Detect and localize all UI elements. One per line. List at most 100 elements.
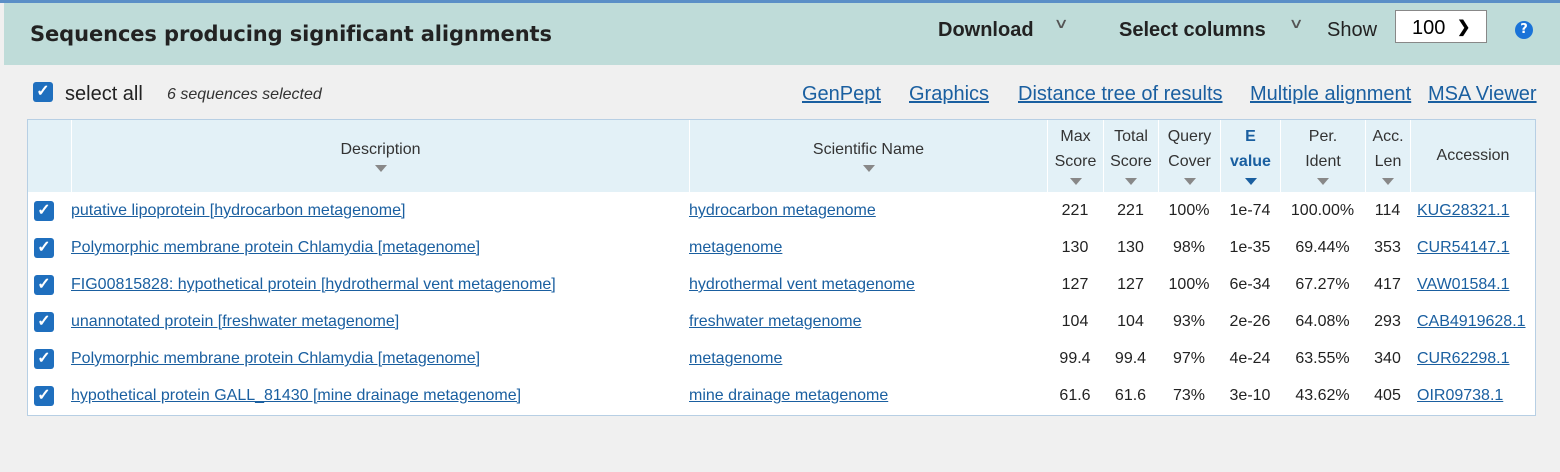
cell-accession-link[interactable]: CAB4919628.1 [1410, 303, 1535, 340]
row-checkbox[interactable]: ✓ [34, 238, 54, 258]
cell-acc-len: 405 [1374, 387, 1401, 404]
chevron-down-icon: ❯ [1457, 19, 1471, 36]
chevron-down-icon[interactable]: ∨ [1288, 15, 1303, 32]
cell-max-score: 99.4 [1059, 350, 1091, 367]
row-checkbox[interactable]: ✓ [34, 386, 54, 406]
results-header: Sequences producing significant alignmen… [4, 3, 1560, 65]
column-label: Per. [1308, 128, 1338, 145]
cell-e-value: 6e-34 [1229, 276, 1271, 293]
select-all-label[interactable]: select all [65, 83, 143, 106]
column-header-total-score[interactable]: Total Score [1103, 120, 1158, 192]
column-label: Query [1167, 128, 1212, 145]
column-label: Score [1110, 153, 1152, 170]
cell-description-link[interactable]: hypothetical protein GALL_81430 [mine dr… [71, 377, 689, 414]
sort-down-icon [862, 165, 875, 172]
column-label: Len [1374, 153, 1402, 170]
msa-viewer-link[interactable]: MSA Viewer [1428, 83, 1537, 106]
cell-per-ident: 100.00% [1290, 202, 1355, 219]
cell-query-cover: 73% [1172, 387, 1206, 404]
genpept-link[interactable]: GenPept [802, 83, 881, 106]
column-label: Max [1060, 128, 1091, 145]
cell-scientific-name-link[interactable]: metagenome [689, 340, 1047, 377]
cell-acc-len: 353 [1374, 239, 1401, 256]
column-header-scientific-name[interactable]: Scientific Name [689, 120, 1047, 192]
column-header-acc-len[interactable]: Acc. Len [1365, 120, 1410, 192]
cell-scientific-name-link[interactable]: hydrothermal vent metagenome [689, 266, 1047, 303]
row-checkbox[interactable]: ✓ [34, 201, 54, 221]
cell-per-ident: 69.44% [1295, 239, 1350, 256]
cell-query-cover: 100% [1168, 202, 1210, 219]
cell-description-link[interactable]: Polymorphic membrane protein Chlamydia [… [71, 229, 689, 266]
cell-e-value: 3e-10 [1229, 387, 1271, 404]
cell-total-score: 99.4 [1114, 350, 1147, 367]
chevron-down-icon[interactable]: ∨ [1053, 15, 1068, 32]
cell-max-score: 127 [1061, 276, 1089, 293]
column-label: Ident [1305, 153, 1341, 170]
cell-accession-link[interactable]: VAW01584.1 [1410, 266, 1535, 303]
column-header-per-ident[interactable]: Per. Ident [1280, 120, 1365, 192]
sort-down-icon [1069, 178, 1082, 185]
select-all-checkbox[interactable]: ✓ [33, 82, 53, 102]
column-header-description[interactable]: Description [71, 120, 689, 192]
column-label: Accession [1436, 147, 1510, 164]
cell-query-cover: 98% [1172, 239, 1206, 256]
column-label: value [1230, 153, 1271, 170]
row-checkbox[interactable]: ✓ [34, 275, 54, 295]
show-label: Show [1327, 19, 1378, 41]
row-checkbox[interactable]: ✓ [34, 349, 54, 369]
cell-per-ident: 64.08% [1295, 313, 1350, 330]
cell-max-score: 130 [1061, 239, 1089, 256]
sort-down-icon [1317, 178, 1329, 185]
column-header-query-cover[interactable]: Query Cover [1158, 120, 1220, 192]
selected-count: 6 sequences selected [167, 86, 322, 103]
cell-e-value: 2e-26 [1229, 313, 1271, 330]
help-icon[interactable]: ? [1515, 21, 1533, 39]
cell-per-ident: 63.55% [1295, 350, 1350, 367]
cell-e-value: 1e-35 [1229, 239, 1271, 256]
cell-per-ident: 43.62% [1295, 387, 1350, 404]
table-row: ✓ unannotated protein [freshwater metagen… [28, 303, 1535, 340]
cell-description-link[interactable]: putative lipoprotein [hydrocarbon metage… [71, 192, 689, 229]
cell-accession-link[interactable]: KUG28321.1 [1410, 192, 1535, 229]
cell-description-link[interactable]: Polymorphic membrane protein Chlamydia [… [71, 340, 689, 377]
cell-accession-link[interactable]: CUR62298.1 [1410, 340, 1535, 377]
graphics-link[interactable]: Graphics [909, 83, 989, 106]
cell-max-score: 104 [1061, 313, 1089, 330]
cell-max-score: 61.6 [1059, 387, 1091, 404]
table-row: ✓ hypothetical protein GALL_81430 [mine d… [28, 377, 1535, 414]
cell-acc-len: 340 [1374, 350, 1401, 367]
show-count-select[interactable]: 100 ❯ [1395, 10, 1487, 43]
column-header-max-score[interactable]: Max Score [1047, 120, 1103, 192]
cell-total-score: 127 [1117, 276, 1144, 293]
column-label: Acc. [1372, 128, 1404, 145]
cell-scientific-name-link[interactable]: freshwater metagenome [689, 303, 1047, 340]
cell-accession-link[interactable]: OIR09738.1 [1410, 377, 1535, 414]
cell-acc-len: 417 [1374, 276, 1401, 293]
cell-total-score: 61.6 [1114, 387, 1147, 404]
sort-down-icon [374, 165, 387, 172]
cell-description-link[interactable]: unannotated protein [freshwater metageno… [71, 303, 689, 340]
cell-scientific-name-link[interactable]: metagenome [689, 229, 1047, 266]
column-header-accession[interactable]: Accession [1410, 120, 1535, 192]
column-label: E [1245, 128, 1256, 145]
column-header-e-value[interactable]: E value [1220, 120, 1280, 192]
cell-e-value: 1e-74 [1229, 202, 1271, 219]
results-table: Description Scientific Name Max Score To… [27, 119, 1536, 416]
distance-tree-link[interactable]: Distance tree of results [1018, 83, 1223, 106]
column-label: Cover [1168, 153, 1211, 170]
multiple-alignment-link[interactable]: Multiple alignment [1250, 83, 1411, 106]
cell-query-cover: 93% [1172, 313, 1206, 330]
download-button[interactable]: Download [938, 19, 1034, 42]
show-count-value: 100 [1412, 17, 1446, 39]
column-label: Scientific Name [812, 141, 925, 158]
table-row: ✓ putative lipoprotein [hydrocarbon metag… [28, 192, 1535, 229]
table-row: ✓ Polymorphic membrane protein Chlamydia … [28, 229, 1535, 266]
select-columns-button[interactable]: Select columns [1119, 19, 1266, 42]
cell-description-link[interactable]: FIG00815828: hypothetical protein [hydro… [71, 266, 689, 303]
cell-query-cover: 100% [1168, 276, 1210, 293]
cell-scientific-name-link[interactable]: mine drainage metagenome [689, 377, 1047, 414]
row-checkbox[interactable]: ✓ [34, 312, 54, 332]
cell-scientific-name-link[interactable]: hydrocarbon metagenome [689, 192, 1047, 229]
cell-accession-link[interactable]: CUR54147.1 [1410, 229, 1535, 266]
cell-total-score: 221 [1117, 202, 1144, 219]
